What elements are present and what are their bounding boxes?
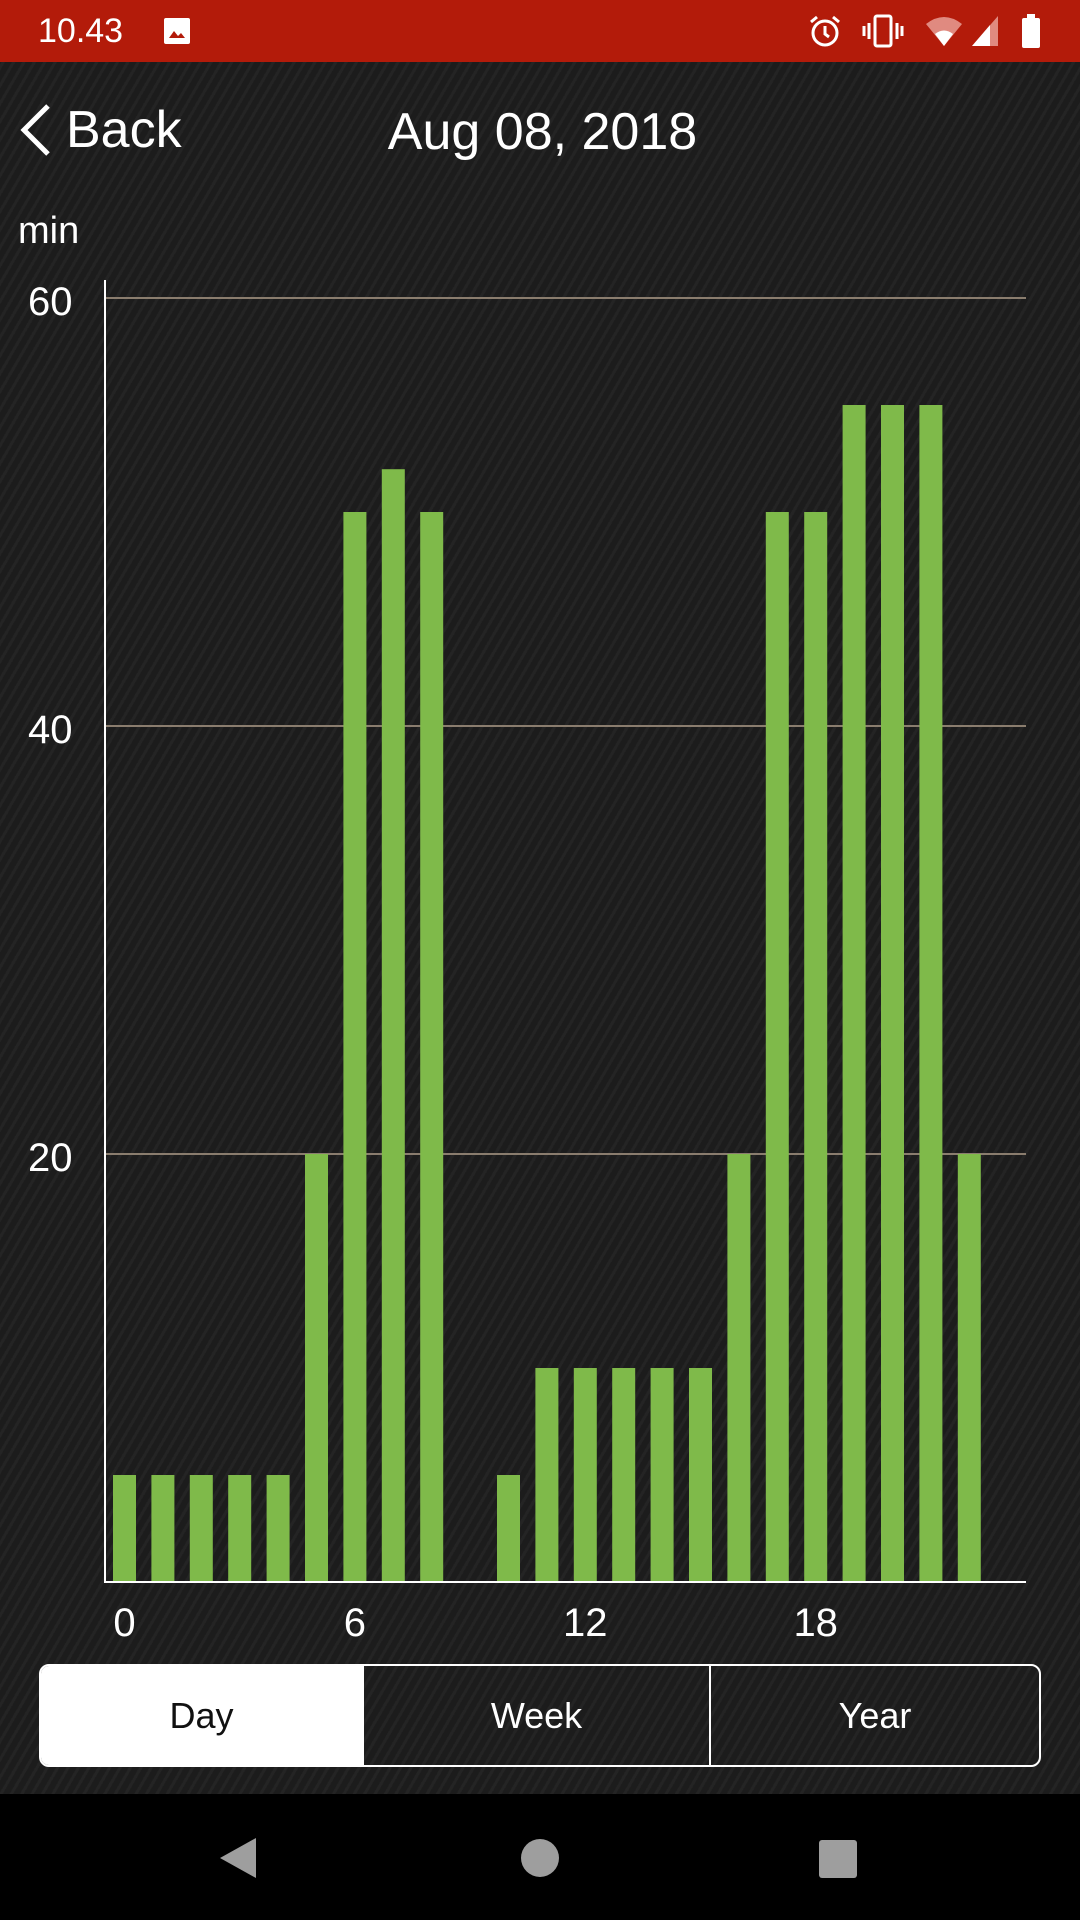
x-tick-label: 6	[344, 1601, 366, 1645]
bar-hour-17	[765, 512, 789, 1582]
bar-hour-5	[305, 1154, 328, 1582]
bar-hour-21	[919, 405, 943, 1582]
period-segmented-control: Day Week Year	[39, 1664, 1041, 1767]
navigation-bar	[0, 1794, 1080, 1920]
bar-hour-15	[689, 1368, 712, 1582]
y-tick-label: 60	[28, 280, 73, 324]
bar-hour-11	[535, 1368, 559, 1582]
segment-year[interactable]: Year	[709, 1666, 1039, 1765]
bar-hour-14	[650, 1368, 674, 1582]
back-icon[interactable]	[218, 1836, 258, 1880]
x-tick-label: 0	[113, 1601, 135, 1645]
bar-hour-1	[151, 1475, 175, 1582]
recents-icon[interactable]	[818, 1839, 858, 1879]
bar-hour-0	[113, 1475, 136, 1582]
segment-day[interactable]: Day	[41, 1666, 362, 1765]
bar-hour-12	[573, 1368, 597, 1582]
bar-hour-22	[957, 1154, 981, 1582]
x-tick-label: 12	[563, 1601, 608, 1645]
bar-chart: 20 40 60 0 6 12 18	[28, 280, 1026, 1645]
segment-year-label: Year	[838, 1694, 912, 1736]
bar-hour-2	[189, 1475, 213, 1582]
bar-hour-16	[727, 1154, 751, 1582]
bar-hour-4	[266, 1475, 290, 1582]
bar-hour-8	[420, 512, 444, 1582]
bar-hour-3	[228, 1475, 252, 1582]
bar-hour-20	[881, 405, 904, 1582]
segment-day-label: Day	[169, 1694, 234, 1736]
home-icon[interactable]	[520, 1838, 560, 1878]
bar-hour-6	[343, 512, 367, 1582]
bar-hour-19	[842, 405, 866, 1582]
y-tick-label: 40	[28, 708, 73, 752]
bar-hour-18	[804, 512, 828, 1582]
segment-week[interactable]: Week	[362, 1666, 709, 1765]
bar-hour-13	[612, 1368, 636, 1582]
segment-week-label: Week	[490, 1694, 583, 1736]
y-tick-label: 20	[28, 1136, 73, 1180]
bar-hour-7	[381, 469, 405, 1583]
bar-hour-10	[497, 1475, 520, 1582]
x-tick-label: 18	[793, 1601, 838, 1645]
